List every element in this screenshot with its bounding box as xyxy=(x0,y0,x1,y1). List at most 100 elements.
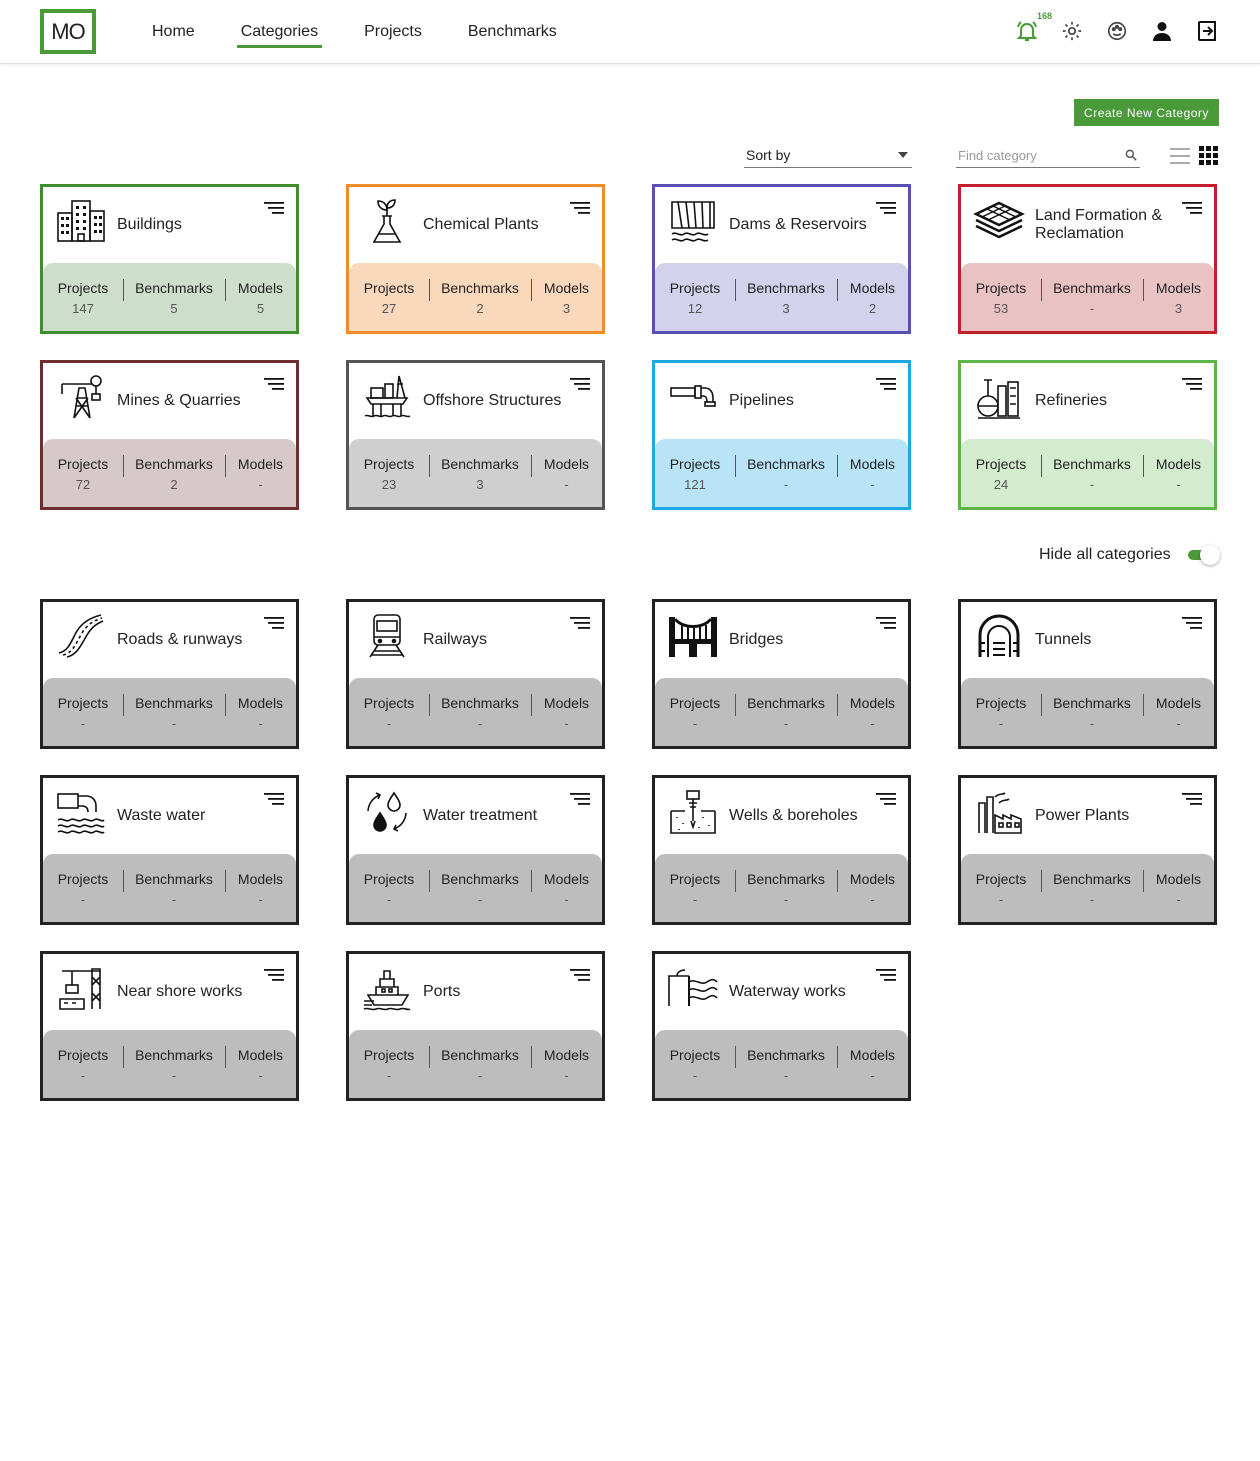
card-menu-icon[interactable] xyxy=(570,968,590,981)
stat-models[interactable]: Models - xyxy=(531,854,602,922)
card-menu-icon[interactable] xyxy=(876,377,896,390)
category-card[interactable]: Chemical Plants Projects 27 Benchmarks 2 Mode… xyxy=(346,184,605,334)
stat-models[interactable]: Models 2 xyxy=(837,263,908,331)
card-menu-icon[interactable] xyxy=(1182,201,1202,214)
stat-models[interactable]: Models - xyxy=(531,439,602,507)
nav-projects[interactable]: Projects xyxy=(364,0,422,64)
stat-projects[interactable]: Projects - xyxy=(349,1030,429,1098)
card-menu-icon[interactable] xyxy=(570,201,590,214)
category-card[interactable]: Tunnels Projects - Benchmarks - Models - xyxy=(958,599,1217,749)
category-card[interactable]: Railways Projects - Benchmarks - Models - xyxy=(346,599,605,749)
card-menu-icon[interactable] xyxy=(570,616,590,629)
gear-icon[interactable] xyxy=(1057,16,1087,46)
category-card[interactable]: Roads & runways Projects - Benchmarks - Model… xyxy=(40,599,299,749)
stat-benchmarks[interactable]: Benchmarks - xyxy=(735,439,837,507)
bell-icon[interactable]: 168 xyxy=(1012,11,1052,46)
stat-benchmarks[interactable]: Benchmarks - xyxy=(1041,854,1143,922)
category-card[interactable]: Bridges Projects - Benchmarks - Models - xyxy=(652,599,911,749)
sort-by-select[interactable]: Sort by xyxy=(744,143,912,168)
stat-models[interactable]: Models 3 xyxy=(1143,263,1214,331)
stat-models[interactable]: Models 3 xyxy=(531,263,602,331)
stat-benchmarks[interactable]: Benchmarks - xyxy=(1041,678,1143,746)
category-card[interactable]: Offshore Structures Projects 23 Benchmarks 3… xyxy=(346,360,605,510)
stat-models[interactable]: Models - xyxy=(1143,678,1214,746)
stat-projects[interactable]: Projects - xyxy=(43,1030,123,1098)
hide-all-categories-toggle[interactable] xyxy=(1188,545,1220,565)
search-icon[interactable] xyxy=(1124,148,1138,162)
card-menu-icon[interactable] xyxy=(876,792,896,805)
stat-benchmarks[interactable]: Benchmarks - xyxy=(123,854,225,922)
stat-projects[interactable]: Projects 27 xyxy=(349,263,429,331)
category-card[interactable]: Near shore works Projects - Benchmarks - Mode… xyxy=(40,951,299,1101)
stat-projects[interactable]: Projects 72 xyxy=(43,439,123,507)
stat-models[interactable]: Models - xyxy=(225,1030,296,1098)
nav-home[interactable]: Home xyxy=(152,0,195,64)
category-card[interactable]: Waterway works Projects - Benchmarks - Models… xyxy=(652,951,911,1101)
stat-benchmarks[interactable]: Benchmarks - xyxy=(1041,439,1143,507)
stat-models[interactable]: Models - xyxy=(531,678,602,746)
category-card[interactable]: Wells & boreholes Projects - Benchmarks - Mod… xyxy=(652,775,911,925)
card-menu-icon[interactable] xyxy=(264,201,284,214)
stat-projects[interactable]: Projects - xyxy=(961,854,1041,922)
stat-projects[interactable]: Projects - xyxy=(43,854,123,922)
stat-models[interactable]: Models - xyxy=(1143,439,1214,507)
stat-projects[interactable]: Projects 12 xyxy=(655,263,735,331)
card-menu-icon[interactable] xyxy=(876,616,896,629)
user-icon[interactable] xyxy=(1147,16,1177,46)
stat-benchmarks[interactable]: Benchmarks - xyxy=(429,1030,531,1098)
stat-projects[interactable]: Projects 24 xyxy=(961,439,1041,507)
category-card[interactable]: Mines & Quarries Projects 72 Benchmarks 2 Mod… xyxy=(40,360,299,510)
stat-projects[interactable]: Projects 121 xyxy=(655,439,735,507)
category-card[interactable]: Buildings Projects 147 Benchmarks 5 Models 5 xyxy=(40,184,299,334)
stat-models[interactable]: Models - xyxy=(837,854,908,922)
stat-benchmarks[interactable]: Benchmarks 3 xyxy=(429,439,531,507)
stat-benchmarks[interactable]: Benchmarks 2 xyxy=(429,263,531,331)
card-menu-icon[interactable] xyxy=(1182,616,1202,629)
stat-projects[interactable]: Projects - xyxy=(349,678,429,746)
card-menu-icon[interactable] xyxy=(264,968,284,981)
card-menu-icon[interactable] xyxy=(264,792,284,805)
stat-benchmarks[interactable]: Benchmarks 2 xyxy=(123,439,225,507)
create-category-button[interactable]: Create New Category xyxy=(1074,99,1219,126)
stat-models[interactable]: Models - xyxy=(225,678,296,746)
stat-benchmarks[interactable]: Benchmarks - xyxy=(735,854,837,922)
stat-models[interactable]: Models - xyxy=(1143,854,1214,922)
stat-models[interactable]: Models 5 xyxy=(225,263,296,331)
stat-projects[interactable]: Projects - xyxy=(43,678,123,746)
category-card[interactable]: Waste water Projects - Benchmarks - Models - xyxy=(40,775,299,925)
stat-projects[interactable]: Projects - xyxy=(655,854,735,922)
stat-projects[interactable]: Projects 53 xyxy=(961,263,1041,331)
card-menu-icon[interactable] xyxy=(570,792,590,805)
nav-benchmarks[interactable]: Benchmarks xyxy=(468,0,557,64)
category-card[interactable]: Ports Projects - Benchmarks - Models - xyxy=(346,951,605,1101)
category-card[interactable]: Dams & Reservoirs Projects 12 Benchmarks 3 Mo… xyxy=(652,184,911,334)
nav-categories[interactable]: Categories xyxy=(236,0,323,64)
stat-models[interactable]: Models - xyxy=(225,854,296,922)
palette-icon[interactable] xyxy=(1102,16,1132,46)
stat-models[interactable]: Models - xyxy=(837,439,908,507)
stat-models[interactable]: Models - xyxy=(225,439,296,507)
stat-models[interactable]: Models - xyxy=(531,1030,602,1098)
find-category-input[interactable] xyxy=(958,147,1108,163)
stat-benchmarks[interactable]: Benchmarks - xyxy=(1041,263,1143,331)
stat-benchmarks[interactable]: Benchmarks - xyxy=(429,854,531,922)
stat-benchmarks[interactable]: Benchmarks - xyxy=(429,678,531,746)
card-menu-icon[interactable] xyxy=(876,201,896,214)
stat-models[interactable]: Models - xyxy=(837,678,908,746)
stat-models[interactable]: Models - xyxy=(837,1030,908,1098)
stat-projects[interactable]: Projects - xyxy=(349,854,429,922)
stat-projects[interactable]: Projects - xyxy=(655,1030,735,1098)
card-menu-icon[interactable] xyxy=(570,377,590,390)
list-view-icon[interactable] xyxy=(1170,147,1190,165)
stat-benchmarks[interactable]: Benchmarks - xyxy=(735,678,837,746)
stat-projects[interactable]: Projects - xyxy=(961,678,1041,746)
stat-benchmarks[interactable]: Benchmarks - xyxy=(735,1030,837,1098)
category-card[interactable]: Land Formation & Reclamation Projects 53 Be… xyxy=(958,184,1217,334)
card-menu-icon[interactable] xyxy=(1182,792,1202,805)
logout-icon[interactable] xyxy=(1192,16,1222,46)
category-card[interactable]: Power Plants Projects - Benchmarks - Models - xyxy=(958,775,1217,925)
stat-benchmarks[interactable]: Benchmarks - xyxy=(123,1030,225,1098)
category-card[interactable]: Pipelines Projects 121 Benchmarks - Models - xyxy=(652,360,911,510)
stat-benchmarks[interactable]: Benchmarks 5 xyxy=(123,263,225,331)
category-card[interactable]: Water treatment Projects - Benchmarks - Model… xyxy=(346,775,605,925)
